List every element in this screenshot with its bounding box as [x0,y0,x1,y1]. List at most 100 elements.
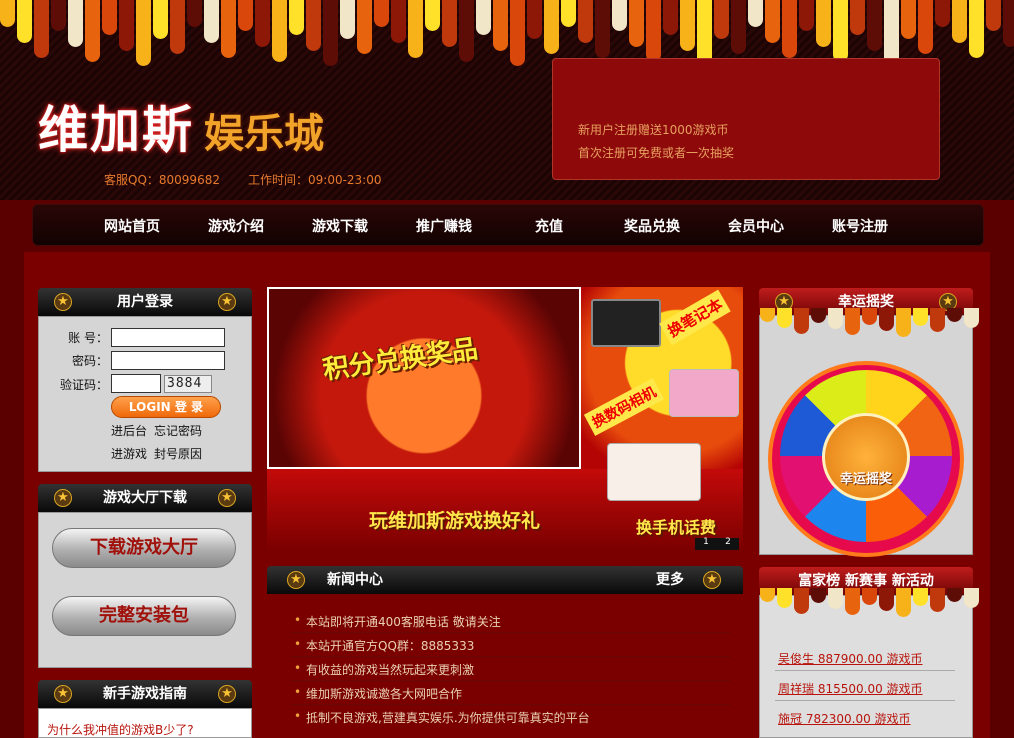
laptop-image [591,299,661,347]
decoration-stripe [969,0,984,59]
rich-list-item[interactable]: 吴俊生 887900.00 游戏币 [778,650,923,667]
decoration-stripe [323,0,338,67]
decoration-stripe [595,0,610,59]
divider [775,700,955,701]
decoration-stripe [238,0,253,31]
working-hours: 工作时间：09:00-23:00 [248,173,382,187]
rich-list-item[interactable]: 施冠 782300.00 游戏币 [778,710,911,727]
decoration-stripe [850,0,865,35]
news-item[interactable]: 本站开通官方QQ群：8885333 [294,637,474,654]
decoration-stripe [136,0,151,67]
decoration-stripe [964,308,979,328]
login-button[interactable]: LOGIN 登 录 [111,396,221,418]
full-package-button[interactable]: 完整安装包 [52,596,236,636]
nav-item-download[interactable]: 游戏下载 [312,216,368,236]
decoration-stripe [34,0,49,59]
decoration-stripe [119,0,134,51]
ban-reason-link[interactable]: 封号原因 [154,445,202,462]
decoration-stripe [51,0,66,31]
download-hall-button[interactable]: 下载游戏大厅 [52,528,236,568]
login-box-header: 用户登录 [38,288,252,316]
star-icon [54,489,72,507]
rich-list-item[interactable]: 周祥瑞 815500.00 游戏币 [778,680,923,697]
decoration-stripe [340,0,355,39]
backend-link[interactable]: 进后台 [111,422,147,439]
rich-box-title: 富家榜 新赛事 新活动 [798,573,934,589]
wheel-spin-button[interactable]: 幸运摇奖 [822,413,910,501]
password-input[interactable] [111,351,225,370]
decoration-stripe [612,0,627,31]
news-item[interactable]: 本站即将开通400客服电话 敬请关注 [294,613,501,630]
decoration-stripe [918,0,933,55]
decoration-stripe [629,0,644,47]
decoration-stripe [777,308,792,328]
account-input[interactable] [111,328,225,347]
nav-item-register[interactable]: 账号注册 [832,216,888,236]
decoration-stripe [884,0,899,67]
news-title: 新闻中心 [327,572,383,588]
banner-page-2[interactable]: 2 [717,537,739,547]
enter-game-link[interactable]: 进游戏 [111,445,147,462]
decoration-stripe [952,0,967,43]
banner-bottom-text: 玩维加斯游戏换好礼 [369,510,541,532]
news-item[interactable]: 维加斯游戏诚邀各大网吧合作 [294,685,462,702]
captcha-label: 验证码： [59,378,108,392]
star-icon [218,293,236,311]
rich-decoration-stripes [760,588,979,630]
promo-text-2: 首次注册可免费或者一次抽奖 [578,146,735,160]
nav-item-member-center[interactable]: 会员中心 [728,216,784,236]
nav-item-game-intro[interactable]: 游戏介绍 [208,216,264,236]
download-box-title: 游戏大厅下载 [103,490,187,506]
divider [290,704,730,705]
decoration-stripe [493,0,508,51]
decoration-stripe [578,0,593,43]
decoration-stripe [862,588,877,605]
decoration-stripe [510,0,525,67]
promo-text-1: 新用户注册赠送1000游戏币 [578,123,729,137]
decoration-stripe [777,588,792,608]
decoration-stripe [845,588,860,615]
decoration-stripe [862,308,877,325]
decoration-stripe [170,0,185,55]
nav-item-promote[interactable]: 推广赚钱 [416,216,472,236]
decoration-stripe [646,0,661,63]
banner-phone-label: 换手机话费 [636,518,717,537]
decoration-stripe [272,0,287,63]
guide-item[interactable]: 为什么我冲值的游戏B少了? [47,721,194,738]
decoration-stripe [17,0,32,43]
lucky-wheel-box: 幸运摇奖 [759,308,979,557]
news-item[interactable]: 有收益的游戏当然玩起来更刺激 [294,661,474,678]
news-item[interactable]: 抵制不良游戏,营建真实娱乐.为你提供可靠真实的平台 [294,709,590,726]
decoration-stripe [102,0,117,35]
customer-service-qq: 客服QQ：80099682 [104,173,220,187]
nav-item-recharge[interactable]: 充值 [535,216,563,236]
decoration-stripe [794,588,809,614]
decoration-stripe [204,0,219,43]
download-box-header: 游戏大厅下载 [38,484,252,512]
decoration-stripe [947,308,962,322]
star-icon [218,685,236,703]
site-logo[interactable]: 维加斯 娱乐城 [38,90,324,162]
nav-item-home[interactable]: 网站首页 [104,216,160,236]
decoration-stripe [833,0,848,63]
star-icon [54,685,72,703]
banner-prize-stage [267,287,581,469]
captcha-input[interactable] [111,374,161,393]
decoration-stripe [663,0,678,35]
news-box-header: 新闻中心 更多 [267,566,743,594]
news-more-link[interactable]: 更多 [656,566,684,594]
decoration-stripe [782,0,797,59]
decoration-stripe [527,0,542,39]
forgot-password-link[interactable]: 忘记密码 [154,422,202,439]
nav-item-prize-exchange[interactable]: 奖品兑换 [624,216,680,236]
decoration-stripe [187,0,202,28]
decoration-stripe [357,0,372,55]
decoration-stripe [845,308,860,335]
divider [775,670,955,671]
captcha-image[interactable]: 3884 [164,375,212,393]
decoration-stripe [760,588,775,602]
decoration-stripe [947,588,962,602]
decoration-stripe [794,308,809,334]
decoration-stripe [748,0,763,28]
banner-page-1[interactable]: 1 [695,537,717,547]
